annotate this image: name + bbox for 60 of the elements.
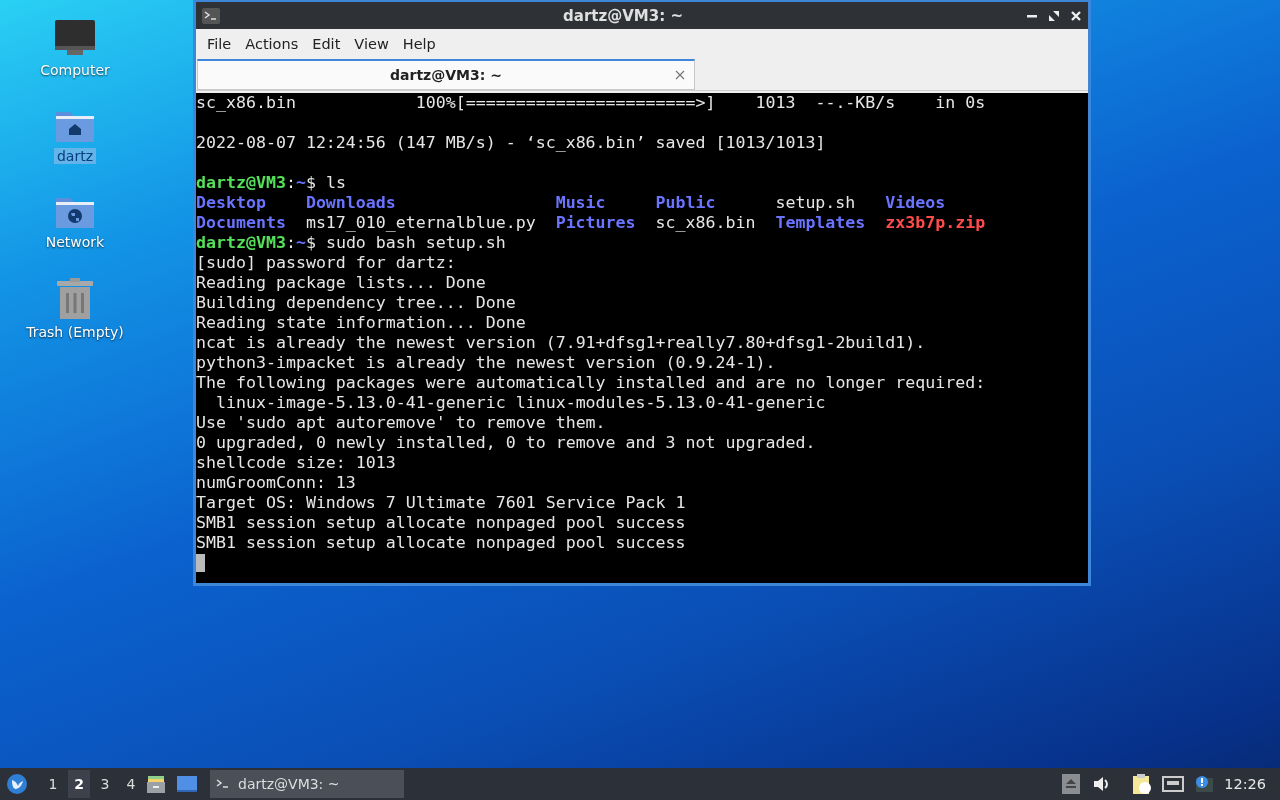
maximize-icon[interactable]	[1048, 9, 1060, 22]
terminal-line: SMB1 session setup allocate nonpaged pool success	[196, 533, 686, 553]
desktop-icon[interactable]	[176, 775, 198, 793]
network-port-icon[interactable]	[1162, 775, 1185, 793]
terminal-line: Reading state information... Done	[196, 313, 526, 333]
terminal-screen[interactable]	[196, 93, 1088, 583]
file-name: Templates	[775, 213, 866, 232]
workspace-button[interactable]: 2	[68, 770, 90, 798]
terminal-line: sc_x86.bin 100%[=======================>] 1013 --.-KB/s in 0s	[196, 93, 986, 113]
terminal-line: The following packages were automatically installed and are no longer required:	[196, 373, 986, 393]
icon-label[interactable]: dartz	[53, 148, 97, 164]
file-name: Desktop	[196, 193, 266, 212]
terminal-line: 0 upgraded, 0 newly installed, 0 to remove and 3 not upgraded.	[196, 433, 816, 453]
file-name: Downloads	[305, 193, 396, 212]
file-name: Pictures	[555, 213, 636, 232]
window-title: dartz@VM3: ~	[562, 6, 684, 25]
file-name: Music	[555, 193, 606, 212]
icon-label[interactable]: Trash (Empty)	[23, 324, 127, 340]
file-name: Videos	[885, 193, 946, 212]
file-name: zx3b7p.zip	[885, 213, 986, 232]
terminal-icon	[202, 7, 220, 24]
terminal-icon	[216, 778, 230, 790]
terminal-tab[interactable]: dartz@VM3: ~	[197, 59, 695, 90]
terminal-line: Target OS: Windows 7 Ultimate 7601 Service Pack 1	[196, 493, 686, 513]
task-button[interactable]: dartz@VM3: ~	[210, 770, 404, 798]
monitor-icon	[53, 18, 97, 58]
terminal-line: Reading package lists... Done	[196, 273, 486, 293]
menu-item[interactable]: Actions	[238, 36, 306, 52]
terminal-line: dartz@VM3:~$ ls	[196, 173, 346, 193]
menu-item[interactable]: View	[347, 36, 396, 52]
menu-item[interactable]: Help	[395, 36, 443, 52]
file-name: ms17_010_eternalblue.py	[305, 213, 536, 232]
terminal-line: linux-image-5.13.0-41-generic linux-modules-5.13.0-41-generic	[214, 393, 826, 413]
workspace-button[interactable]: 3	[94, 770, 116, 798]
eject-icon[interactable]	[1062, 774, 1081, 794]
file-drawer-icon[interactable]	[146, 774, 166, 794]
file-name: Public	[655, 193, 716, 212]
terminal-line: numGroomConn: 13	[196, 473, 356, 493]
text-cursor	[196, 554, 205, 572]
menu-item[interactable]: File	[200, 36, 239, 52]
file-name: setup.sh	[775, 193, 856, 212]
file-name: sc_x86.bin	[655, 213, 756, 232]
terminal-line: python3-impacket is already the newest version (0.9.24-1).	[196, 353, 776, 373]
terminal-line: dartz@VM3:~$ sudo bash setup.sh	[196, 233, 506, 253]
clipboard-icon[interactable]	[1132, 773, 1153, 795]
terminal-line: SMB1 session setup allocate nonpaged pool success	[196, 513, 686, 533]
file-name: Documents	[196, 213, 286, 232]
workspace-button[interactable]: 4	[120, 770, 142, 798]
workspace-button[interactable]: 1	[42, 770, 64, 798]
alert-icon[interactable]	[1194, 774, 1215, 794]
clock: 12:26	[1223, 776, 1267, 792]
terminal-line: Use 'sudo apt autoremove' to remove them.	[196, 413, 606, 433]
terminal-line: Building dependency tree... Done	[196, 293, 516, 313]
terminal-line: shellcode size: 1013	[196, 453, 396, 473]
bird-logo-icon[interactable]	[6, 773, 28, 795]
trash-icon	[56, 278, 94, 320]
terminal-line: 2022-08-07 12:24:56 (147 MB/s) - ‘sc_x86.bin’ saved [1013/1013]	[196, 133, 826, 153]
terminal-line: ncat is already the newest version (7.91+dfsg1+really7.80+dfsg1-2build1).	[196, 333, 926, 353]
menu-item[interactable]: Edit	[305, 36, 348, 52]
terminal-line: [sudo] password for dartz:	[196, 253, 456, 273]
